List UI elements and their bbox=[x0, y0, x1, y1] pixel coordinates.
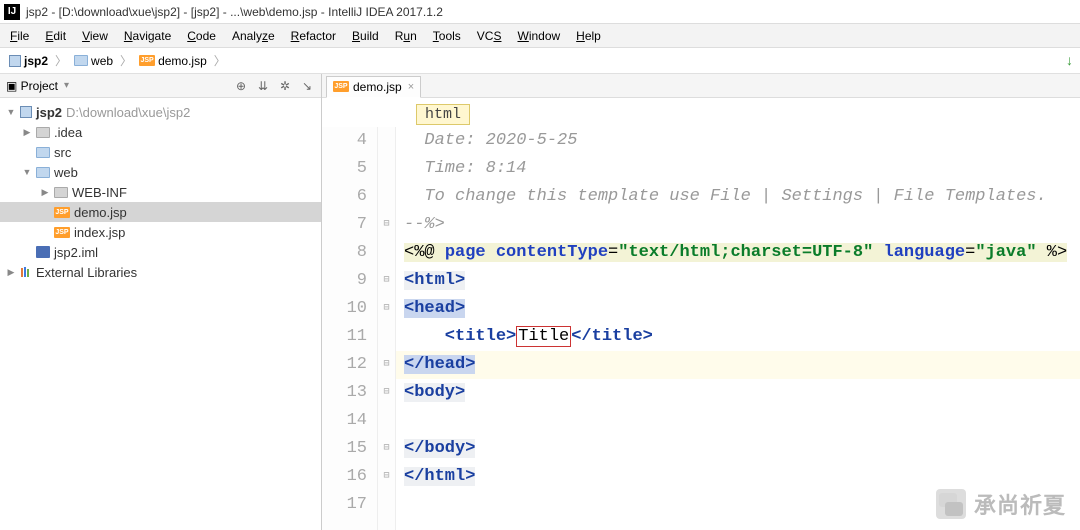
tree-node-web[interactable]: ▼ web bbox=[0, 162, 321, 182]
project-tool-window: ▣ Project ▾ ⊕ ⇊ ✲ ↘ ▼ jsp2 D:\download\x… bbox=[0, 74, 322, 530]
tree-node-demo-jsp[interactable]: ▶ JSP demo.jsp bbox=[0, 202, 321, 222]
project-tool-header: ▣ Project ▾ ⊕ ⇊ ✲ ↘ bbox=[0, 74, 321, 98]
module-icon bbox=[9, 55, 21, 67]
fold-column[interactable]: ⊟⊟⊟⊟⊟⊟⊟ bbox=[378, 127, 396, 530]
watermark: 承尚祈夏 bbox=[936, 488, 1066, 520]
menu-vcs[interactable]: VCS bbox=[471, 27, 508, 45]
menu-edit[interactable]: Edit bbox=[39, 27, 72, 45]
gutter: 4567891011121314151617 bbox=[322, 127, 378, 530]
breadcrumb-sep: 〉 bbox=[55, 52, 67, 69]
watermark-text: 承尚祈夏 bbox=[974, 488, 1066, 520]
breadcrumb-item-demo[interactable]: JSP demo.jsp bbox=[136, 53, 210, 69]
menu-analyze[interactable]: Analyze bbox=[226, 27, 281, 45]
download-indicator-icon: ↓ bbox=[1066, 52, 1078, 68]
menu-refactor[interactable]: Refactor bbox=[285, 27, 342, 45]
breadcrumb-label: web bbox=[91, 54, 113, 68]
folder-icon bbox=[36, 127, 50, 138]
wechat-icon bbox=[936, 489, 966, 519]
module-icon bbox=[20, 106, 32, 118]
iml-icon bbox=[36, 246, 50, 258]
folder-icon bbox=[74, 55, 88, 66]
menu-help[interactable]: Help bbox=[570, 27, 607, 45]
main-split: ▣ Project ▾ ⊕ ⇊ ✲ ↘ ▼ jsp2 D:\download\x… bbox=[0, 74, 1080, 530]
menu-navigate[interactable]: Navigate bbox=[118, 27, 177, 45]
menu-tools[interactable]: Tools bbox=[427, 27, 467, 45]
context-breadcrumb-badge[interactable]: html bbox=[416, 104, 470, 125]
menu-run[interactable]: Run bbox=[389, 27, 423, 45]
breadcrumb-sep: 〉 bbox=[214, 52, 226, 69]
breadcrumb-item-jsp2[interactable]: jsp2 bbox=[6, 53, 51, 69]
hide-icon[interactable]: ↘ bbox=[299, 78, 315, 94]
breadcrumb-label: demo.jsp bbox=[158, 54, 207, 68]
titlebar: IJ jsp2 - [D:\download\xue\jsp2] - [jsp2… bbox=[0, 0, 1080, 24]
folder-icon bbox=[36, 147, 50, 158]
menubar: File Edit View Navigate Code Analyze Ref… bbox=[0, 24, 1080, 48]
jsp-icon: JSP bbox=[333, 81, 349, 92]
tree-node-root[interactable]: ▼ jsp2 D:\download\xue\jsp2 bbox=[0, 102, 321, 122]
menu-code[interactable]: Code bbox=[181, 27, 222, 45]
gear-icon[interactable]: ✲ bbox=[277, 78, 293, 94]
dropdown-icon[interactable]: ▾ bbox=[64, 80, 69, 91]
jsp-icon: JSP bbox=[139, 55, 155, 66]
jsp-icon: JSP bbox=[54, 227, 70, 238]
locate-icon[interactable]: ⊕ bbox=[233, 78, 249, 94]
nav-breadcrumb: jsp2 〉 web 〉 JSP demo.jsp 〉 ↓ bbox=[0, 48, 1080, 74]
editor-area: JSP demo.jsp × html 45678910111213141516… bbox=[322, 74, 1080, 530]
project-view-selector[interactable]: ▣ Project bbox=[6, 79, 58, 93]
breadcrumb-label: jsp2 bbox=[24, 54, 48, 68]
project-tree[interactable]: ▼ jsp2 D:\download\xue\jsp2 ▶ .idea ▶ sr… bbox=[0, 98, 321, 286]
code-lines[interactable]: Date: 2020-5-25 Time: 8:14 To change thi… bbox=[396, 127, 1080, 530]
tree-node-webinf[interactable]: ▶ WEB-INF bbox=[0, 182, 321, 202]
tree-node-index-jsp[interactable]: ▶ JSP index.jsp bbox=[0, 222, 321, 242]
tree-node-src[interactable]: ▶ src bbox=[0, 142, 321, 162]
tree-node-idea[interactable]: ▶ .idea bbox=[0, 122, 321, 142]
window-title: jsp2 - [D:\download\xue\jsp2] - [jsp2] -… bbox=[26, 5, 443, 19]
menu-view[interactable]: View bbox=[76, 27, 114, 45]
breadcrumb-sep: 〉 bbox=[120, 52, 132, 69]
menu-build[interactable]: Build bbox=[346, 27, 385, 45]
breadcrumb-item-web[interactable]: web bbox=[71, 53, 116, 69]
menu-window[interactable]: Window bbox=[511, 27, 566, 45]
app-icon: IJ bbox=[4, 4, 20, 20]
jsp-icon: JSP bbox=[54, 207, 70, 218]
folder-icon bbox=[36, 167, 50, 178]
tree-node-iml[interactable]: ▶ jsp2.iml bbox=[0, 242, 321, 262]
menu-file[interactable]: File bbox=[4, 27, 35, 45]
close-icon[interactable]: × bbox=[408, 81, 414, 93]
tree-node-external-libs[interactable]: ▶ External Libraries bbox=[0, 262, 321, 282]
editor-tabs: JSP demo.jsp × bbox=[322, 74, 1080, 98]
library-icon bbox=[20, 266, 32, 278]
code-editor[interactable]: 4567891011121314151617 ⊟⊟⊟⊟⊟⊟⊟ Date: 202… bbox=[322, 127, 1080, 530]
editor-tab-demo[interactable]: JSP demo.jsp × bbox=[326, 76, 421, 98]
folder-icon bbox=[54, 187, 68, 198]
editor-tab-label: demo.jsp bbox=[353, 80, 402, 94]
collapse-icon[interactable]: ⇊ bbox=[255, 78, 271, 94]
